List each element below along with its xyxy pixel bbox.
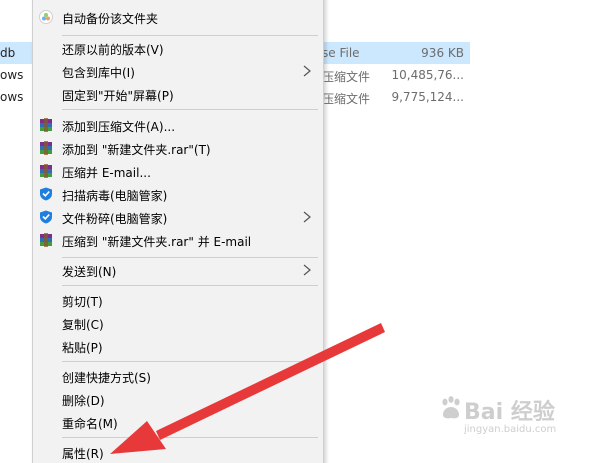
menu-item-label: 添加到压缩文件(A)... bbox=[62, 120, 176, 134]
menu-item-label: 删除(D) bbox=[62, 394, 105, 408]
watermark: Bai 经验 jingyan.baidu.com bbox=[440, 392, 590, 458]
menu-item-label: 压缩到 "新建文件夹.rar" 并 E-mail bbox=[62, 235, 252, 249]
menu-item-label: 文件粉碎(电脑管家) bbox=[62, 212, 168, 226]
screenshot: db se File 936 KB ows 压缩文件 10,485,76... … bbox=[0, 0, 594, 463]
context-menu: 自动备份该文件夹 还原以前的版本(V) 包含到库中(I) 固定到"开始"屏幕(P… bbox=[32, 0, 324, 463]
file-size: 936 KB bbox=[421, 46, 464, 60]
menu-item-restore-previous[interactable]: 还原以前的版本(V) bbox=[33, 37, 323, 60]
winrar-icon bbox=[40, 141, 52, 155]
menu-item-rename[interactable]: 重命名(M) bbox=[33, 411, 323, 434]
menu-item-pin-to-start[interactable]: 固定到"开始"屏幕(P) bbox=[33, 83, 323, 106]
menu-item-auto-backup[interactable]: 自动备份该文件夹 bbox=[33, 6, 323, 29]
menu-item-label: 包含到库中(I) bbox=[62, 66, 135, 80]
menu-item-label: 添加到 "新建文件夹.rar"(T) bbox=[62, 143, 211, 157]
winrar-icon bbox=[40, 164, 52, 178]
menu-item-label: 属性(R) bbox=[62, 447, 104, 461]
chevron-right-icon bbox=[303, 211, 311, 223]
menu-item-paste[interactable]: 粘贴(P) bbox=[33, 335, 323, 358]
menu-item-properties[interactable]: 属性(R) bbox=[33, 441, 323, 463]
menu-item-compress-email[interactable]: 压缩并 E-mail... bbox=[33, 160, 323, 183]
menu-item-add-to-archive[interactable]: 添加到压缩文件(A)... bbox=[33, 114, 323, 137]
menu-item-create-shortcut[interactable]: 创建快捷方式(S) bbox=[33, 365, 323, 388]
baidu-paw-logo-icon bbox=[442, 396, 460, 419]
menu-item-scan-virus[interactable]: 扫描病毒(电脑管家) bbox=[33, 183, 323, 206]
menu-item-label: 剪切(T) bbox=[62, 295, 103, 309]
menu-item-label: 粘贴(P) bbox=[62, 341, 103, 355]
file-type: 压缩文件 bbox=[322, 70, 371, 84]
menu-separator bbox=[62, 285, 318, 286]
menu-separator bbox=[62, 257, 318, 258]
menu-item-label: 创建快捷方式(S) bbox=[62, 371, 151, 385]
file-type: 压缩文件 bbox=[322, 92, 371, 106]
menu-item-add-to-rar[interactable]: 添加到 "新建文件夹.rar"(T) bbox=[33, 137, 323, 160]
menu-item-label: 发送到(N) bbox=[62, 265, 117, 279]
file-name: ows bbox=[0, 68, 24, 82]
menu-item-label: 自动备份该文件夹 bbox=[62, 12, 159, 26]
menu-item-label: 重命名(M) bbox=[62, 417, 118, 431]
menu-separator bbox=[62, 35, 318, 36]
menu-item-label: 还原以前的版本(V) bbox=[62, 43, 164, 57]
menu-item-file-shred[interactable]: 文件粉碎(电脑管家) bbox=[33, 206, 323, 229]
menu-item-compress-to-rar-email[interactable]: 压缩到 "新建文件夹.rar" 并 E-mail bbox=[33, 229, 323, 252]
menu-item-label: 复制(C) bbox=[62, 318, 104, 332]
menu-item-label: 压缩并 E-mail... bbox=[62, 166, 151, 180]
menu-item-copy[interactable]: 复制(C) bbox=[33, 312, 323, 335]
shield-icon bbox=[40, 187, 52, 201]
menu-item-label: 固定到"开始"屏幕(P) bbox=[62, 89, 174, 103]
menu-item-cut[interactable]: 剪切(T) bbox=[33, 289, 323, 312]
chevron-right-icon bbox=[303, 65, 311, 77]
chevron-right-icon bbox=[303, 264, 311, 276]
menu-separator bbox=[62, 437, 318, 438]
file-name: ows bbox=[0, 90, 24, 104]
watermark-text: Bai 经验 bbox=[464, 400, 555, 425]
menu-item-send-to[interactable]: 发送到(N) bbox=[33, 259, 323, 282]
menu-item-include-in-library[interactable]: 包含到库中(I) bbox=[33, 60, 323, 83]
menu-separator bbox=[62, 361, 318, 362]
file-size: 10,485,76... bbox=[391, 68, 464, 82]
file-name: db bbox=[0, 46, 16, 60]
menu-item-delete[interactable]: 删除(D) bbox=[33, 388, 323, 411]
cloud-backup-icon bbox=[39, 10, 53, 24]
watermark-url: jingyan.baidu.com bbox=[464, 424, 557, 435]
menu-separator bbox=[62, 109, 318, 110]
winrar-icon bbox=[40, 233, 52, 247]
file-type: se File bbox=[322, 46, 360, 60]
shield-icon bbox=[40, 210, 52, 224]
winrar-icon bbox=[40, 118, 52, 132]
file-size: 9,775,124... bbox=[391, 90, 464, 104]
menu-item-label: 扫描病毒(电脑管家) bbox=[62, 189, 168, 203]
